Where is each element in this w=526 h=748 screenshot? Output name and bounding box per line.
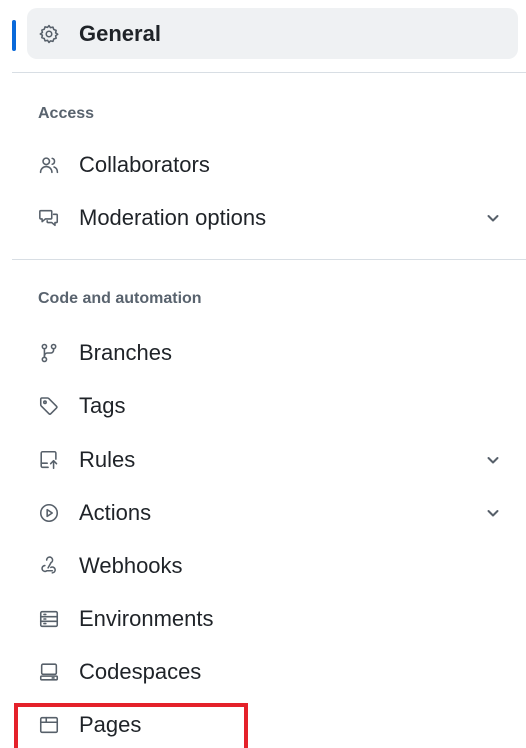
group-heading-code-and-automation: Code and automation: [38, 290, 202, 307]
webhook-icon: [37, 554, 61, 578]
chevron-down-icon[interactable]: [484, 504, 502, 522]
sidebar-item-label: General: [79, 20, 161, 46]
chevron-down-icon[interactable]: [484, 451, 502, 469]
play-icon: [37, 501, 61, 525]
chevron-down-icon[interactable]: [484, 209, 502, 227]
repo-push-icon: [37, 448, 61, 472]
sidebar-item-tags[interactable]: Tags: [27, 382, 518, 430]
section-divider: [12, 259, 526, 260]
sidebar-item-label: Codespaces: [79, 659, 202, 684]
codespaces-icon: [37, 660, 61, 684]
group-heading-access: Access: [38, 105, 95, 122]
sidebar-item-label: Rules: [79, 447, 136, 472]
tag-icon: [37, 394, 61, 418]
sidebar-item-label: Tags: [79, 393, 126, 418]
sidebar-item-rules[interactable]: Rules: [27, 436, 518, 484]
server-icon: [37, 607, 61, 631]
sidebar-item-label: Collaborators: [79, 152, 210, 177]
sidebar-item-actions[interactable]: Actions: [27, 489, 518, 537]
sidebar-item-label: Webhooks: [79, 553, 183, 578]
section-divider: [12, 72, 526, 73]
git-branch-icon: [37, 341, 61, 365]
comment-discussion-icon: [37, 206, 61, 230]
browser-icon: [37, 713, 61, 737]
sidebar-item-codespaces[interactable]: Codespaces: [27, 648, 518, 696]
sidebar-item-pages[interactable]: Pages: [27, 701, 518, 748]
sidebar-item-environments[interactable]: Environments: [27, 595, 518, 643]
sidebar-item-moderation-options[interactable]: Moderation options: [27, 194, 518, 242]
sidebar-item-branches[interactable]: Branches: [27, 329, 518, 377]
sidebar-item-label: Moderation options: [79, 205, 267, 230]
sidebar-item-label: Pages: [79, 712, 142, 737]
sidebar-item-label: Actions: [79, 500, 152, 525]
sidebar-item-label: Environments: [79, 606, 214, 631]
settings-sidebar: General Access Collaborators Moderation …: [0, 0, 526, 748]
sidebar-item-general[interactable]: General: [27, 8, 518, 59]
people-icon: [37, 153, 61, 177]
active-item-indicator: [12, 20, 16, 51]
gear-icon: [37, 22, 61, 46]
sidebar-item-webhooks[interactable]: Webhooks: [27, 542, 518, 590]
sidebar-item-collaborators[interactable]: Collaborators: [27, 141, 518, 189]
sidebar-item-label: Branches: [79, 340, 172, 365]
